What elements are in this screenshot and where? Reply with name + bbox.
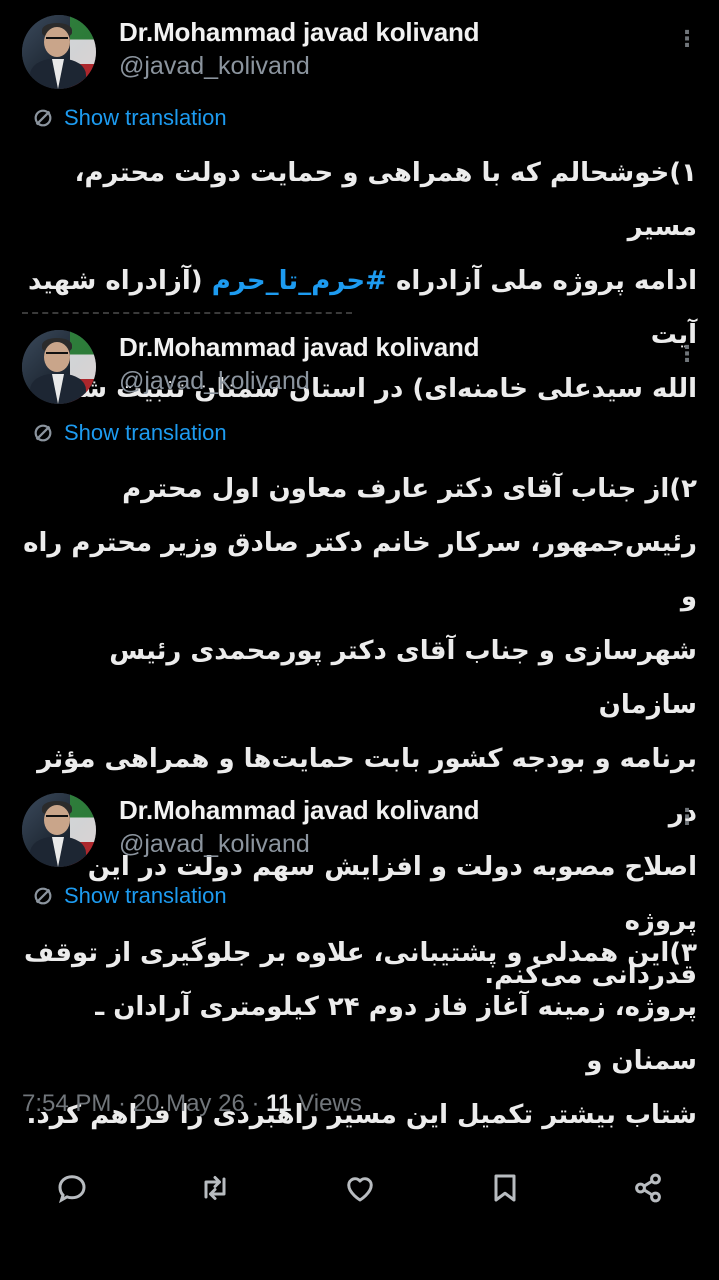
tweet-line: ۱)خوشحالم که با همراهی و حمایت دولت محتر… bbox=[74, 158, 697, 242]
share-icon[interactable] bbox=[630, 1170, 666, 1206]
separator-dot: · bbox=[244, 1090, 267, 1117]
bookmark-icon[interactable] bbox=[487, 1170, 523, 1206]
translate-icon bbox=[34, 109, 52, 127]
author-handle[interactable]: @javad_kolivand bbox=[119, 52, 310, 81]
tweet-time[interactable]: 7:54 PM bbox=[22, 1090, 111, 1117]
divider bbox=[22, 312, 352, 318]
show-translation-label: Show translation bbox=[64, 420, 227, 445]
separator-dot: · bbox=[111, 1090, 133, 1117]
views-count: 11 bbox=[266, 1090, 292, 1117]
tweet-line: ۲)از جناب آقای دکتر عارف معاون اول محترم bbox=[122, 474, 697, 504]
avatar[interactable] bbox=[22, 793, 96, 867]
show-translation-link[interactable]: Show translation bbox=[32, 883, 227, 909]
author-name[interactable]: Dr.Mohammad javad kolivand bbox=[119, 332, 480, 363]
hashtag-link[interactable]: #حرم_تا_حرم bbox=[212, 266, 387, 296]
tweet-text: ۲)از جناب آقای دکتر عارف معاون اول محترم… bbox=[22, 462, 697, 1002]
tweet-line-part: ادامه پروژه ملی آزادراه bbox=[396, 266, 697, 296]
translate-icon bbox=[34, 887, 52, 905]
retweet-icon[interactable] bbox=[197, 1170, 233, 1206]
more-options-icon[interactable]: ⋮ bbox=[676, 807, 698, 829]
tweet-line: ۳)این همدلی و پشتیبانی، علاوه بر جلوگیری… bbox=[24, 938, 697, 968]
author-name[interactable]: Dr.Mohammad javad kolivand bbox=[119, 795, 480, 826]
tweet-line: رئیس‌جمهور، سرکار خانم دکتر صادق وزیر مح… bbox=[23, 528, 697, 612]
author-name[interactable]: Dr.Mohammad javad kolivand bbox=[119, 17, 480, 48]
avatar[interactable] bbox=[22, 15, 96, 89]
more-options-icon[interactable]: ⋮ bbox=[676, 344, 698, 366]
reply-icon[interactable] bbox=[54, 1170, 90, 1206]
show-translation-label: Show translation bbox=[64, 105, 227, 130]
author-handle[interactable]: @javad_kolivand bbox=[119, 367, 310, 396]
tweet-meta: 7:54 PM · 20 May 26 · 11 Views bbox=[22, 1090, 362, 1118]
avatar[interactable] bbox=[22, 330, 96, 404]
tweet-line: شهرسازی و جناب آقای دکتر پورمحمدی رئیس س… bbox=[109, 636, 697, 720]
more-options-icon[interactable]: ⋮ bbox=[676, 29, 698, 51]
views-label: Views bbox=[291, 1090, 362, 1117]
action-bar bbox=[0, 1170, 719, 1206]
show-translation-label: Show translation bbox=[64, 883, 227, 908]
show-translation-link[interactable]: Show translation bbox=[32, 420, 227, 446]
show-translation-link[interactable]: Show translation bbox=[32, 105, 227, 131]
author-handle[interactable]: @javad_kolivand bbox=[119, 830, 310, 859]
translate-icon bbox=[34, 424, 52, 442]
like-icon[interactable] bbox=[342, 1170, 378, 1206]
tweet-line: پروژه، زمینه آغاز فاز دوم ۲۴ کیلومتری آر… bbox=[95, 992, 697, 1076]
tweet-date[interactable]: 20 May 26 bbox=[133, 1090, 245, 1117]
